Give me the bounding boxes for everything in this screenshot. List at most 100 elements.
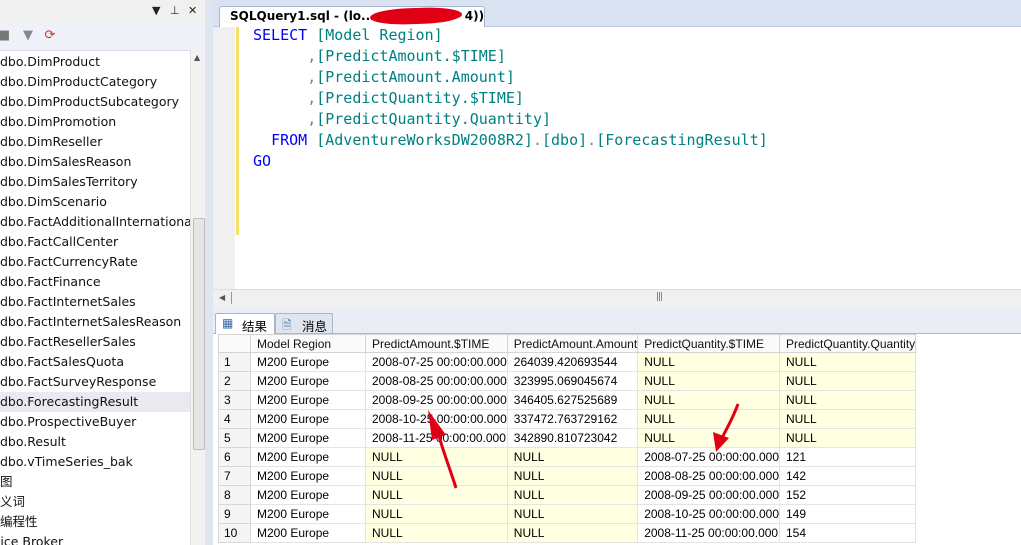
scrollbar-thumb[interactable] bbox=[193, 218, 205, 450]
grid-cell[interactable]: 121 bbox=[778, 447, 917, 467]
tree-item-table[interactable]: dbo.DimPromotion bbox=[0, 112, 192, 132]
row-number[interactable]: 9 bbox=[218, 504, 251, 524]
grid-cell[interactable]: 149 bbox=[778, 504, 917, 524]
table-row[interactable]: 7 M200 Europe NULL NULL 2008-08-25 00:00:00.… bbox=[218, 466, 917, 486]
grid-cell[interactable]: NULL bbox=[637, 352, 780, 372]
tree-item-table[interactable]: dbo.DimProductSubcategory bbox=[0, 92, 192, 112]
grid-cell[interactable]: NULL bbox=[506, 504, 639, 524]
grid-cell[interactable]: M200 Europe bbox=[250, 504, 366, 524]
tree-item-table[interactable]: dbo.FactSurveyResponse bbox=[0, 372, 192, 392]
grid-cell[interactable]: M200 Europe bbox=[250, 485, 366, 505]
results-grid[interactable]: Model Region PredictAmount.$TIME PredictAm… bbox=[218, 334, 917, 543]
grid-cell[interactable]: NULL bbox=[778, 409, 917, 429]
tab-messages[interactable]: 🗎 消息 bbox=[275, 313, 333, 334]
grid-cell[interactable]: M200 Europe bbox=[250, 523, 366, 543]
dropdown-arrow-icon[interactable]: ▼ bbox=[152, 4, 160, 18]
grid-cell[interactable]: M200 Europe bbox=[250, 371, 366, 391]
grid-cell[interactable]: 154 bbox=[778, 523, 917, 543]
pin-icon[interactable]: ⊥ bbox=[170, 4, 180, 18]
query-editor[interactable]: SELECT [Model Region] ,[PredictAmount.$T… bbox=[213, 25, 1021, 289]
table-row[interactable]: 5 M200 Europe 2008-11-25 00:00:00.000 34289… bbox=[218, 428, 917, 448]
tree-item-table[interactable]: dbo.FactSalesQuota bbox=[0, 352, 192, 372]
table-row[interactable]: 6 M200 Europe NULL NULL 2008-07-25 00:00:00.… bbox=[218, 447, 917, 467]
grid-cell[interactable]: 2008-07-25 00:00:00.000 bbox=[365, 352, 508, 372]
tree-item-table[interactable]: dbo.DimScenario bbox=[0, 192, 192, 212]
tree-item-table[interactable]: dbo.FactCurrencyRate bbox=[0, 252, 192, 272]
editor-horizontal-scrollbar[interactable]: ◀ ||| bbox=[213, 289, 1021, 307]
tree-item-folder[interactable]: 图 bbox=[0, 472, 192, 492]
tree-item-table[interactable]: dbo.DimProduct bbox=[0, 52, 192, 72]
tree-item-table[interactable]: dbo.FactResellerSales bbox=[0, 332, 192, 352]
grid-cell[interactable]: 342890.810723042 bbox=[506, 428, 639, 448]
scroll-up-icon[interactable]: ▲ bbox=[194, 53, 200, 62]
table-row[interactable]: 1 M200 Europe 2008-07-25 00:00:00.000 26403… bbox=[218, 352, 917, 372]
grid-cell[interactable]: NULL bbox=[637, 428, 780, 448]
grid-cell[interactable]: M200 Europe bbox=[250, 390, 366, 410]
grid-cell[interactable]: NULL bbox=[637, 409, 780, 429]
grid-cell[interactable]: NULL bbox=[506, 466, 639, 486]
grid-cell[interactable]: NULL bbox=[506, 523, 639, 543]
tree-item-folder[interactable]: 编程性 bbox=[0, 512, 192, 532]
table-row[interactable]: 3 M200 Europe 2008-09-25 00:00:00.000 34640… bbox=[218, 390, 917, 410]
grid-cell[interactable]: 152 bbox=[778, 485, 917, 505]
grid-cell[interactable]: 2008-08-25 00:00:00.000 bbox=[637, 466, 780, 486]
tree-item-table[interactable]: dbo.DimProductCategory bbox=[0, 72, 192, 92]
tree-item-table[interactable]: dbo.Result bbox=[0, 432, 192, 452]
tab-results[interactable]: ▦ 结果 bbox=[215, 313, 275, 334]
column-header[interactable]: PredictQuantity.$TIME bbox=[637, 334, 780, 353]
grid-cell[interactable]: 142 bbox=[778, 466, 917, 486]
row-number[interactable]: 1 bbox=[218, 352, 251, 372]
tab-sqlquery1[interactable]: SQLQuery1.sql - (lo... 4)) bbox=[219, 6, 485, 27]
filter-icon[interactable]: ▼ bbox=[20, 28, 36, 44]
grid-cell[interactable]: NULL bbox=[778, 390, 917, 410]
grid-cell[interactable]: 2008-09-25 00:00:00.000 bbox=[637, 485, 780, 505]
tree-item-folder[interactable]: 义词 bbox=[0, 492, 192, 512]
grid-cell[interactable]: 2008-10-25 00:00:00.000 bbox=[637, 504, 780, 524]
grid-cell[interactable]: M200 Europe bbox=[250, 409, 366, 429]
stop-icon[interactable]: ■ bbox=[0, 28, 12, 44]
grid-cell[interactable]: NULL bbox=[365, 485, 508, 505]
row-number[interactable]: 2 bbox=[218, 371, 251, 391]
row-number[interactable]: 10 bbox=[218, 523, 251, 543]
grid-cell[interactable]: M200 Europe bbox=[250, 352, 366, 372]
row-number[interactable]: 5 bbox=[218, 428, 251, 448]
tree-item-table[interactable]: dbo.FactCallCenter bbox=[0, 232, 192, 252]
tree-item-table[interactable]: dbo.FactFinance bbox=[0, 272, 192, 292]
row-number[interactable]: 3 bbox=[218, 390, 251, 410]
grid-cell[interactable]: 2008-09-25 00:00:00.000 bbox=[365, 390, 508, 410]
close-icon[interactable]: ✕ bbox=[188, 4, 197, 18]
table-row[interactable]: 2 M200 Europe 2008-08-25 00:00:00.000 32399… bbox=[218, 371, 917, 391]
grid-cell[interactable]: 2008-08-25 00:00:00.000 bbox=[365, 371, 508, 391]
table-row[interactable]: 10 M200 Europe NULL NULL 2008-11-25 00:00:00… bbox=[218, 523, 917, 543]
grid-cell[interactable]: NULL bbox=[778, 371, 917, 391]
tree-item-table[interactable]: dbo.FactInternetSales bbox=[0, 292, 192, 312]
grid-cell[interactable]: NULL bbox=[778, 352, 917, 372]
table-row[interactable]: 9 M200 Europe NULL NULL 2008-10-25 00:00:00.… bbox=[218, 504, 917, 524]
grid-cell[interactable]: 2008-10-25 00:00:00.000 bbox=[365, 409, 508, 429]
tree-item-table[interactable]: dbo.DimReseller bbox=[0, 132, 192, 152]
tree-item-table[interactable]: dbo.vTimeSeries_bak bbox=[0, 452, 192, 472]
grid-cell[interactable]: 2008-11-25 00:00:00.000 bbox=[365, 428, 508, 448]
pane-splitter[interactable] bbox=[205, 0, 213, 545]
tree-item-table[interactable]: dbo.ForecastingResult bbox=[0, 392, 192, 412]
row-number[interactable]: 6 bbox=[218, 447, 251, 467]
grid-cell[interactable]: 323995.069045674 bbox=[506, 371, 639, 391]
column-header[interactable]: Model Region bbox=[250, 334, 366, 353]
refresh-icon[interactable]: ⟳ bbox=[42, 28, 58, 44]
grid-cell[interactable]: M200 Europe bbox=[250, 428, 366, 448]
tree-item-folder[interactable]: vice Broker bbox=[0, 532, 192, 545]
grid-cell[interactable]: 2008-11-25 00:00:00.000 bbox=[637, 523, 780, 543]
grid-cell[interactable]: M200 Europe bbox=[250, 447, 366, 467]
grid-cell[interactable]: NULL bbox=[506, 447, 639, 467]
grid-cell[interactable]: NULL bbox=[365, 504, 508, 524]
column-header[interactable]: PredictQuantity.Quantity bbox=[778, 334, 917, 353]
sql-code[interactable]: SELECT [Model Region] ,[PredictAmount.$T… bbox=[253, 25, 768, 172]
grid-cell[interactable]: NULL bbox=[778, 428, 917, 448]
column-header[interactable]: PredictAmount.$TIME bbox=[365, 334, 508, 353]
grid-cell[interactable]: 2008-07-25 00:00:00.000 bbox=[637, 447, 780, 467]
grid-cell[interactable]: NULL bbox=[365, 523, 508, 543]
scroll-left-icon[interactable]: ◀ bbox=[219, 293, 225, 302]
object-explorer-scrollbar[interactable]: ▲ bbox=[190, 50, 205, 545]
tree-item-table[interactable]: dbo.ProspectiveBuyer bbox=[0, 412, 192, 432]
grid-cell[interactable]: 346405.627525689 bbox=[506, 390, 639, 410]
